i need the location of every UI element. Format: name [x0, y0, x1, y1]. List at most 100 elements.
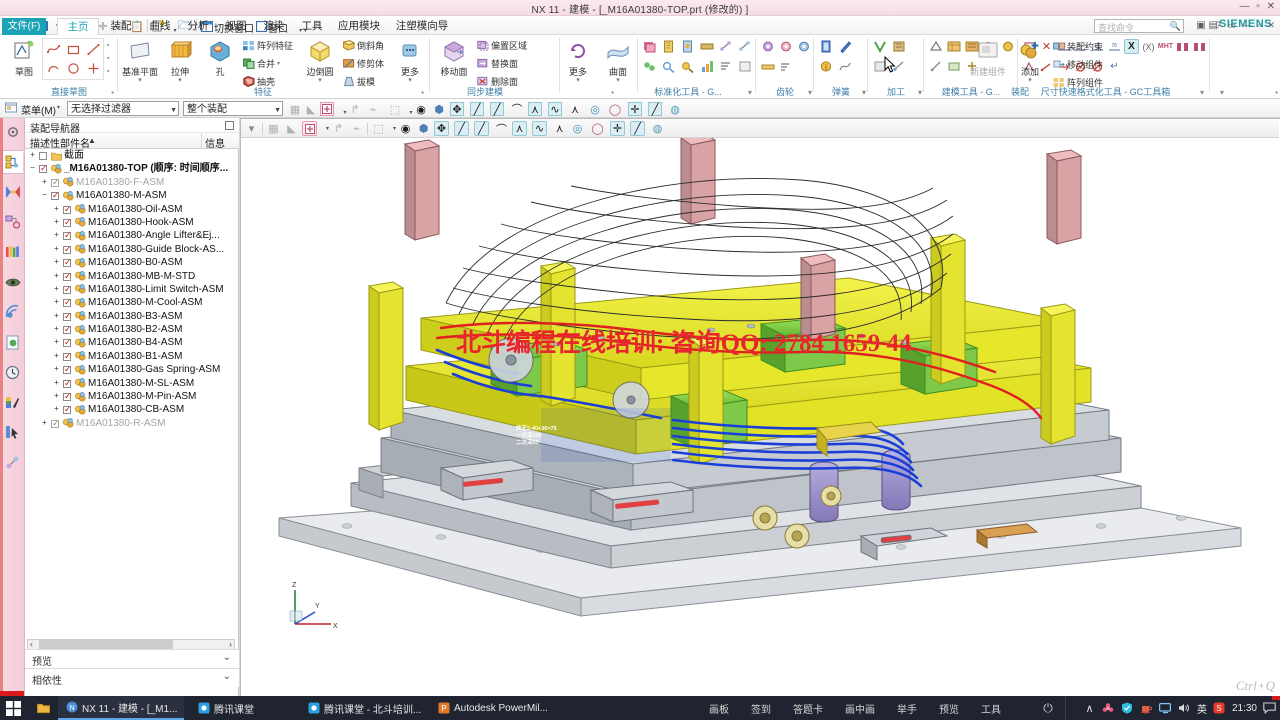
expand-icon[interactable]: + — [53, 204, 60, 213]
gc-tool-9-icon[interactable] — [680, 59, 695, 74]
process-icon[interactable] — [2, 450, 23, 474]
df-20-icon[interactable] — [1158, 59, 1173, 74]
line-icon[interactable] — [86, 42, 101, 57]
gear-tool-4-icon[interactable] — [760, 59, 775, 74]
df-mht-icon[interactable]: MHT — [1158, 39, 1173, 54]
scroll-left-icon[interactable]: ‹ — [30, 639, 33, 649]
sketch-overflow-icons[interactable]: ▪ ▪ ▪ — [107, 39, 109, 78]
gc-tool-12-icon[interactable] — [737, 59, 752, 74]
notification-icon[interactable] — [1263, 702, 1276, 715]
expand-icon[interactable]: + — [53, 311, 60, 320]
ribbon-window-buttons[interactable]: ? ▭ — ▫ ✕ — [1216, 20, 1277, 31]
tree-row-checkbox[interactable] — [63, 323, 72, 336]
snap-tangent-icon[interactable]: ╱ — [630, 121, 645, 136]
edge-blend-dropdown-icon[interactable]: ▾ — [300, 77, 340, 84]
tree-row-checkbox[interactable] — [63, 296, 72, 310]
view-dropdown-icon[interactable]: ▾ — [244, 121, 259, 136]
tree-row-checkbox[interactable] — [63, 270, 72, 283]
palette-icon[interactable] — [2, 240, 23, 264]
expand-icon[interactable]: + — [53, 392, 60, 400]
select-component-icon[interactable] — [320, 102, 334, 116]
volume-icon[interactable] — [1178, 702, 1191, 715]
replace-face-button[interactable]: 替换面 — [476, 57, 518, 70]
pattern-feature-button[interactable]: 阵列特征 — [242, 39, 293, 52]
column-header-name[interactable]: 描述性部件名 — [30, 135, 90, 150]
tree-row[interactable]: − M16A01380-M-ASM — [25, 189, 239, 202]
chevron-down-icon[interactable]: ⌄ — [223, 671, 231, 682]
tree-row[interactable]: + 截面 — [25, 149, 239, 162]
dependencies-section[interactable]: 相依性 ⌄ — [25, 668, 239, 687]
gear-tool-2-icon[interactable] — [778, 39, 793, 54]
tree-row[interactable]: + M16A01380-Oil-ASM — [25, 203, 239, 216]
tree-row[interactable]: + M16A01380-Limit Switch-ASM — [25, 283, 239, 296]
assembly-dialog-launcher[interactable]: ▾ — [1220, 88, 1224, 97]
snap-point-cross-icon[interactable]: ✛ — [610, 121, 625, 136]
chevron-down-icon[interactable]: ▼ — [170, 104, 177, 117]
wcs-icon[interactable]: ✥ — [450, 102, 464, 116]
df-x-selected-icon[interactable]: X — [1124, 39, 1139, 54]
gear-tool-5-icon[interactable] — [778, 59, 793, 74]
machining-tool-1-icon[interactable] — [872, 39, 887, 54]
df-19-icon[interactable] — [1141, 59, 1156, 74]
expand-icon[interactable]: + — [53, 405, 60, 413]
panel-pin-button[interactable] — [225, 121, 234, 130]
tab-mold-wizard[interactable]: 注塑模向导 — [387, 18, 457, 35]
gc-tool-11-icon[interactable] — [718, 59, 733, 74]
search-icon[interactable]: 🔍 — [1170, 21, 1181, 32]
taskbar-item-nx[interactable]: N NX 11 - 建模 - [_M1... — [58, 696, 185, 720]
class-tool-drawing-board[interactable]: 画板 — [700, 696, 738, 720]
reuse-library-icon[interactable] — [2, 210, 23, 234]
tree-row[interactable]: + M16A01380-B0-ASM — [25, 256, 239, 269]
command-search-input[interactable]: 查找命令 🔍 — [1094, 19, 1184, 33]
chamfer-button[interactable]: 倒斜角 — [342, 39, 384, 52]
tab-assembly[interactable]: 装配 — [101, 18, 141, 35]
class-tool-raise-hand[interactable]: 举手 — [888, 696, 926, 720]
sogou-icon[interactable]: S — [1213, 702, 1226, 715]
tree-row-checkbox[interactable] — [63, 336, 72, 350]
tab-analysis[interactable]: 分析 — [179, 18, 217, 35]
tree-row-checkbox[interactable] — [51, 417, 60, 430]
gc-tool-8-icon[interactable] — [661, 59, 676, 74]
shaded-view-icon[interactable]: ◉ — [398, 121, 413, 136]
shaded-view-icon[interactable]: ◉ — [414, 102, 428, 116]
gc-tool-4-icon[interactable] — [699, 39, 714, 54]
expand-icon[interactable]: + — [53, 351, 60, 360]
tray-overflow-icon[interactable]: ∧ — [1083, 702, 1096, 715]
gc-standard-dialog-launcher[interactable]: ▾ — [748, 88, 752, 97]
selection-rect-icon[interactable]: ⬚ — [371, 121, 386, 136]
ribbon-overflow-dot[interactable]: ▪ — [1275, 88, 1278, 97]
windows-logo-icon[interactable] — [4, 699, 22, 717]
gc-tool-10-icon[interactable] — [699, 59, 714, 74]
assembly-constraint-button[interactable]: 装配约束 — [1052, 40, 1103, 53]
class-tool-answer-card[interactable]: 答题卡 — [784, 696, 832, 720]
spring-tool-3-icon[interactable]: i — [818, 59, 833, 74]
snap-endpoint-icon[interactable]: ╱ — [454, 121, 469, 136]
snap-circle-icon[interactable]: ◯ — [590, 121, 605, 136]
expand-icon[interactable]: + — [53, 338, 60, 346]
tree-row-checkbox[interactable] — [63, 350, 72, 363]
add-component-button[interactable]: 添加 ▾ — [1010, 38, 1050, 84]
tree-row[interactable]: − _M16A01380-TOP (顺序: 时间顺序... — [25, 162, 239, 175]
expand-icon[interactable]: + — [53, 258, 60, 266]
tree-row-checkbox[interactable] — [39, 162, 48, 176]
tree-row[interactable]: + M16A01380-B1-ASM — [25, 350, 239, 363]
unite-dropdown-icon[interactable]: ▾ — [277, 60, 280, 67]
feature-group-dialog-launcher[interactable]: ▪ — [421, 88, 424, 97]
rectangle-icon[interactable] — [66, 42, 81, 57]
new-component-button[interactable]: 新建组件 — [968, 38, 1008, 78]
tab-curve[interactable]: 曲线 — [141, 18, 179, 35]
selection-rect-icon[interactable]: ⬚ — [388, 102, 402, 116]
surface-group-dialog-launcher[interactable]: ▪ — [611, 88, 614, 97]
df-17-icon[interactable]: ↵ — [1107, 59, 1122, 74]
menu-dropdown-icon[interactable]: ▾ — [57, 104, 60, 111]
mt-1-icon[interactable] — [928, 39, 943, 54]
class-tool-tools[interactable]: 工具 — [972, 696, 1010, 720]
render-style-icon[interactable]: ⬢ — [416, 121, 431, 136]
history-clock-icon[interactable] — [2, 360, 23, 384]
menu-button[interactable]: 菜单(M) — [21, 102, 56, 117]
move-component-button[interactable]: 移动组件 — [1052, 58, 1103, 71]
chevron-down-icon[interactable]: ▼ — [274, 104, 281, 117]
arc-icon[interactable] — [46, 61, 61, 76]
snap-endpoint-icon[interactable]: ╱ — [470, 102, 484, 116]
taskbar-item-tencent-class-beidou[interactable]: 腾讯课堂 - 北斗培训... — [300, 696, 428, 720]
